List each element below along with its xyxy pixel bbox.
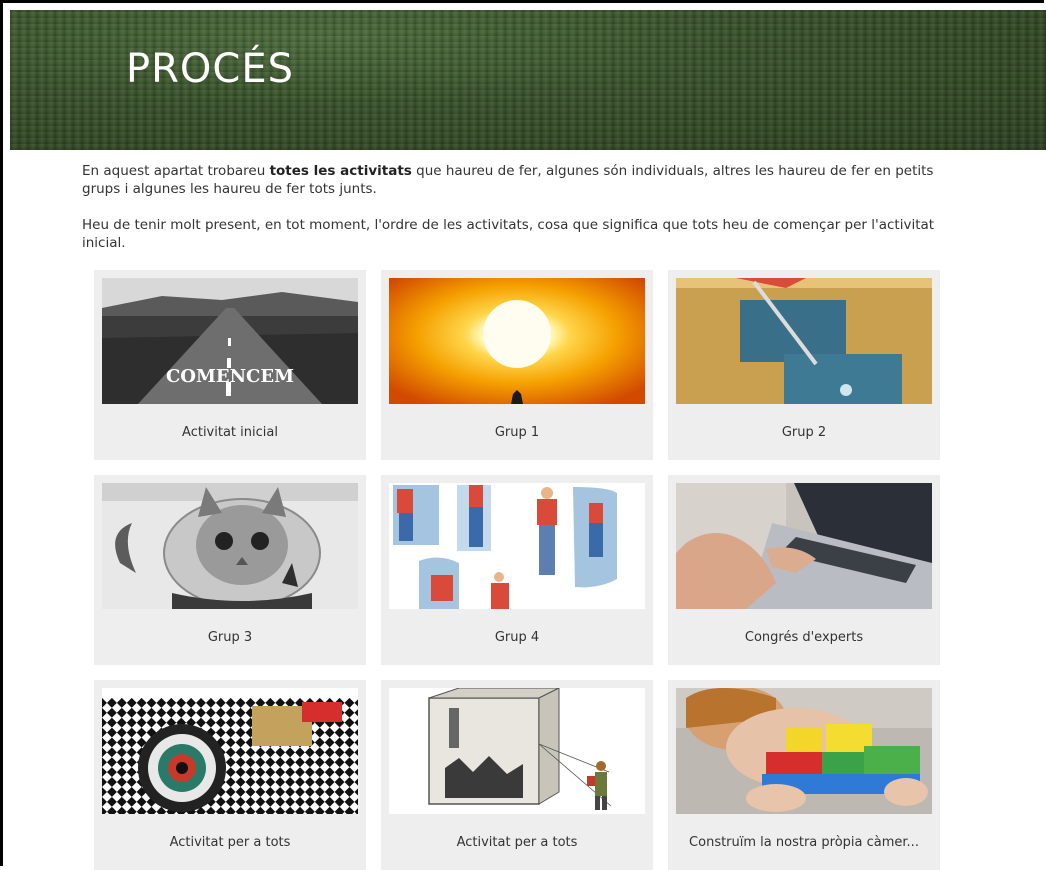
card-congres-experts[interactable]: Congrés d'experts (668, 475, 940, 665)
patterned-camera-image (102, 688, 358, 814)
header-banner: PROCÉS (10, 10, 1046, 150)
card-label: Activitat per a tots (169, 834, 291, 850)
card-grup-1[interactable]: Grup 1 (381, 270, 653, 460)
card-label: Grup 4 (494, 629, 540, 645)
intro-paragraph-2: Heu de tenir molt present, en tot moment… (82, 217, 935, 251)
intro-1-text: En aquest apartat trobareu (82, 163, 270, 179)
card-activitat-per-a-tots-1[interactable]: Activitat per a tots (94, 680, 366, 870)
card-grup-4[interactable]: Grup 4 (381, 475, 653, 665)
card-grup-3[interactable]: Grup 3 (94, 475, 366, 665)
pinhole-image (676, 278, 932, 404)
mirrors-image (389, 483, 645, 609)
card-label: Grup 2 (781, 424, 827, 440)
lego-child-image (676, 688, 932, 814)
laptop-image (676, 483, 932, 609)
card-grup-2[interactable]: Grup 2 (668, 270, 940, 460)
card-construim-camera[interactable]: Construïm la nostra pròpia càmer... (668, 680, 940, 870)
card-label: Grup 3 (207, 629, 253, 645)
intro-1-bold: totes les activitats (269, 163, 412, 179)
card-label: Activitat per a tots (456, 834, 578, 850)
intro-text: En aquest apartat trobareu totes les act… (82, 162, 942, 270)
road-painted-text: COMENCEM (166, 366, 294, 387)
sun-image (389, 278, 645, 404)
card-label: Activitat inicial (182, 424, 278, 440)
card-label: Congrés d'experts (744, 629, 864, 645)
card-activitat-per-a-tots-2[interactable]: Activitat per a tots (381, 680, 653, 870)
card-activitat-inicial[interactable]: COMENCEM Activitat inicial (94, 270, 366, 460)
road-image: COMENCEM (102, 278, 358, 404)
card-label: Grup 1 (494, 424, 540, 440)
camera-obscura-diagram (389, 688, 645, 814)
cat-fishbowl-image (102, 483, 358, 609)
page-title: PROCÉS (126, 46, 294, 92)
card-label: Construïm la nostra pròpia càmer... (689, 834, 919, 850)
intro-paragraph-1: En aquest apartat trobareu totes les act… (82, 162, 942, 198)
